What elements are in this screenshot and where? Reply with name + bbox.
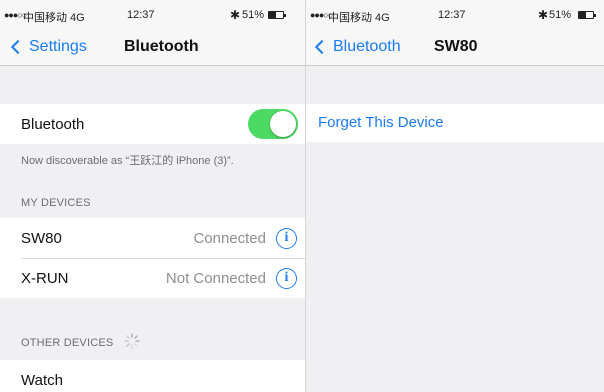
loading-spinner-icon xyxy=(124,333,140,349)
status-bar: ●●●○○ 中国移动 4G 12:37 ✱ 51% xyxy=(0,0,305,30)
back-label: Bluetooth xyxy=(333,38,401,55)
discoverable-note: Now discoverable as “王跃江的 iPhone (3)”. xyxy=(21,155,234,167)
battery-icon xyxy=(578,11,596,19)
clock: 12:37 xyxy=(127,9,155,21)
forget-device-button[interactable]: Forget This Device xyxy=(306,104,604,142)
battery-percent: 51% xyxy=(242,9,265,21)
bluetooth-row-label: Bluetooth xyxy=(21,116,85,133)
status-bar: ●●●○○ 中国移动 4G 12:37 ✱ 51% xyxy=(306,0,604,30)
info-icon[interactable]: i xyxy=(276,268,297,289)
bluetooth-icon: ✱ xyxy=(538,8,549,22)
bluetooth-settings-screen: ●●●○○ 中国移动 4G 12:37 ✱ 51% Settings Bluet… xyxy=(0,0,305,392)
device-row-watch[interactable]: Watch xyxy=(0,360,305,392)
device-row-sw80[interactable]: SW80 Connected i xyxy=(0,218,305,258)
page-title: Bluetooth xyxy=(124,38,199,55)
page-title: SW80 xyxy=(434,38,478,55)
bluetooth-icon: ✱ xyxy=(230,8,241,22)
device-name: X-RUN xyxy=(21,270,69,287)
forget-device-label: Forget This Device xyxy=(318,114,444,131)
my-devices-header: MY DEVICES xyxy=(21,197,91,209)
my-devices-list: SW80 Connected i X-RUN Not Connected i xyxy=(0,218,305,298)
device-detail-screen: ●●●○○ 中国移动 4G 12:37 ✱ 51% Bluetooth SW80… xyxy=(305,0,604,392)
carrier-label: 中国移动 4G xyxy=(328,12,390,24)
other-devices-header: OTHER DEVICES xyxy=(21,337,114,349)
device-name: Watch xyxy=(21,372,63,389)
toggle-knob xyxy=(270,111,296,137)
device-status: Connected xyxy=(193,230,266,247)
battery-icon xyxy=(268,11,286,19)
device-status: Not Connected xyxy=(165,270,266,287)
bluetooth-toggle-switch[interactable] xyxy=(248,109,298,139)
chevron-left-icon xyxy=(10,39,26,55)
back-label: Settings xyxy=(29,38,87,55)
navigation-bar: Bluetooth SW80 xyxy=(306,30,604,66)
device-name: SW80 xyxy=(21,230,62,247)
clock: 12:37 xyxy=(438,9,466,21)
back-button[interactable]: Settings xyxy=(10,38,87,56)
battery-percent: 51% xyxy=(549,9,572,21)
carrier-label: 中国移动 4G xyxy=(23,12,85,24)
back-button[interactable]: Bluetooth xyxy=(314,38,401,56)
info-icon[interactable]: i xyxy=(276,228,297,249)
navigation-bar: Settings Bluetooth xyxy=(0,30,305,66)
chevron-left-icon xyxy=(314,39,330,55)
device-row-x-run[interactable]: X-RUN Not Connected i xyxy=(0,259,305,298)
